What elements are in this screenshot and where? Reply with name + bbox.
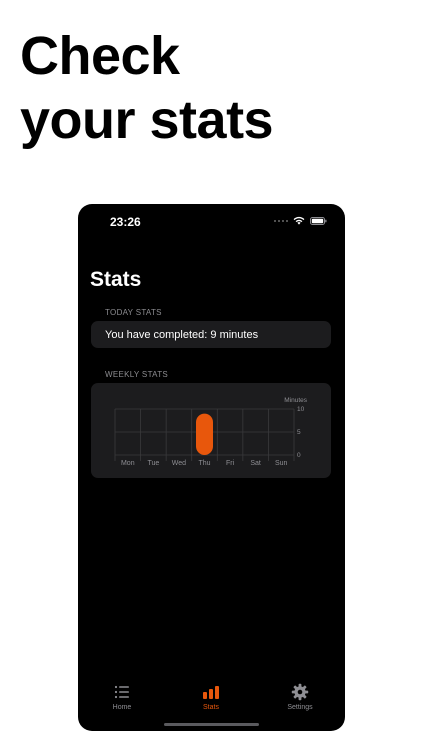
tab-stats-label: Stats (203, 704, 219, 711)
weekly-chart: Minutes 0 5 10 Mon Tue Wed Thu Fri Sat Sun (114, 397, 308, 467)
bar-chart-icon (203, 686, 219, 699)
chart-y-tick-label-1: 5 (297, 429, 301, 436)
wifi-icon (293, 216, 305, 225)
status-bar: 23:26 (78, 204, 345, 240)
chart-y-axis-label: Minutes (284, 397, 308, 404)
headline-line-2: your stats (20, 90, 274, 150)
today-stats-card: You have completed: 9 minutes (91, 321, 331, 348)
list-icon (114, 685, 129, 699)
headline: Check your stats (20, 24, 410, 152)
tab-home[interactable]: Home (92, 680, 152, 714)
tab-settings-label: Settings (287, 704, 313, 711)
chart-x-tick-label-6: Sun (275, 460, 288, 467)
headline-line-1: Check (20, 26, 180, 86)
weekly-stats-label: WEEKLY STATS (105, 370, 169, 379)
chart-bar-thu (196, 413, 213, 455)
signal-icon (274, 219, 288, 222)
today-stats-label: TODAY STATS (105, 308, 162, 317)
tab-stats[interactable]: Stats (181, 680, 241, 714)
chart-x-tick-label-4: Fri (226, 460, 235, 467)
status-time: 23:26 (110, 215, 141, 229)
tab-bar: Home Stats Settings (78, 680, 345, 720)
today-completed-text: You have completed: 9 minutes (105, 329, 259, 341)
chart-x-tick-label-2: Wed (172, 460, 186, 467)
home-indicator (164, 723, 259, 726)
chart-x-tick-label-5: Sat (250, 460, 261, 467)
chart-y-tick-label-0: 0 (297, 452, 301, 459)
tab-home-label: Home (112, 704, 132, 711)
phone-screen: 23:26 Stats TODAY STATS You have complet… (78, 204, 345, 731)
chart-x-tick-label-0: Mon (121, 460, 135, 467)
chart-x-tick-label-1: Tue (147, 460, 159, 467)
chart-x-tick-label-3: Thu (198, 460, 210, 467)
weekly-stats-card: Minutes 0 5 10 Mon Tue Wed Thu Fri Sat Sun (91, 383, 331, 478)
chart-y-tick-label-2: 10 (297, 406, 305, 413)
page-title: Stats (90, 268, 142, 291)
status-indicators (274, 216, 327, 225)
gear-icon (291, 683, 309, 701)
tab-settings[interactable]: Settings (270, 680, 330, 714)
battery-icon (310, 216, 327, 225)
